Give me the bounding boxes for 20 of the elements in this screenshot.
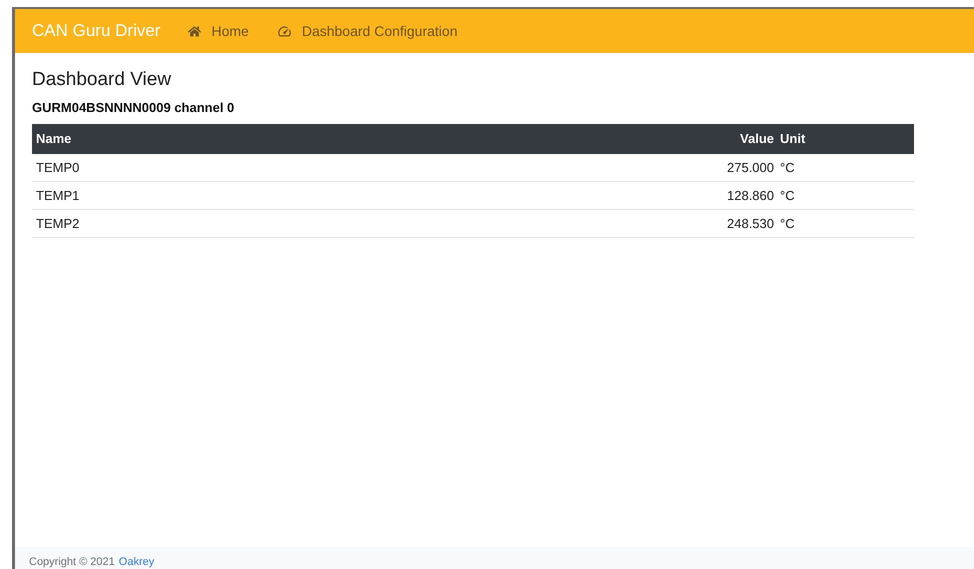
device-heading: GURM04BSNNNN0009 channel 0 (32, 99, 236, 117)
table-cell: °C (774, 182, 914, 210)
column-header: Unit (774, 124, 914, 154)
page-title: Dashboard View (32, 68, 172, 92)
gauge-icon (276, 24, 292, 38)
table-cell: °C (774, 210, 914, 238)
footer-link[interactable]: Oakrey (118, 555, 154, 569)
column-header: Value (684, 124, 774, 154)
table-cell: TEMP1 (32, 182, 684, 210)
nav-link[interactable]: Home (188, 20, 249, 42)
copyright-text: Copyright © 2021 (29, 555, 115, 569)
table-cell: 248.530 (684, 210, 774, 238)
table-cell: 128.860 (684, 182, 774, 210)
column-header: Name (32, 124, 684, 154)
nav-link[interactable]: Dashboard Configuration (276, 20, 458, 42)
table-cell: TEMP0 (32, 154, 684, 182)
table-cell: 275.000 (684, 154, 774, 182)
home-icon (188, 24, 202, 38)
table-cell: TEMP2 (32, 210, 684, 238)
table-cell: °C (774, 154, 914, 182)
